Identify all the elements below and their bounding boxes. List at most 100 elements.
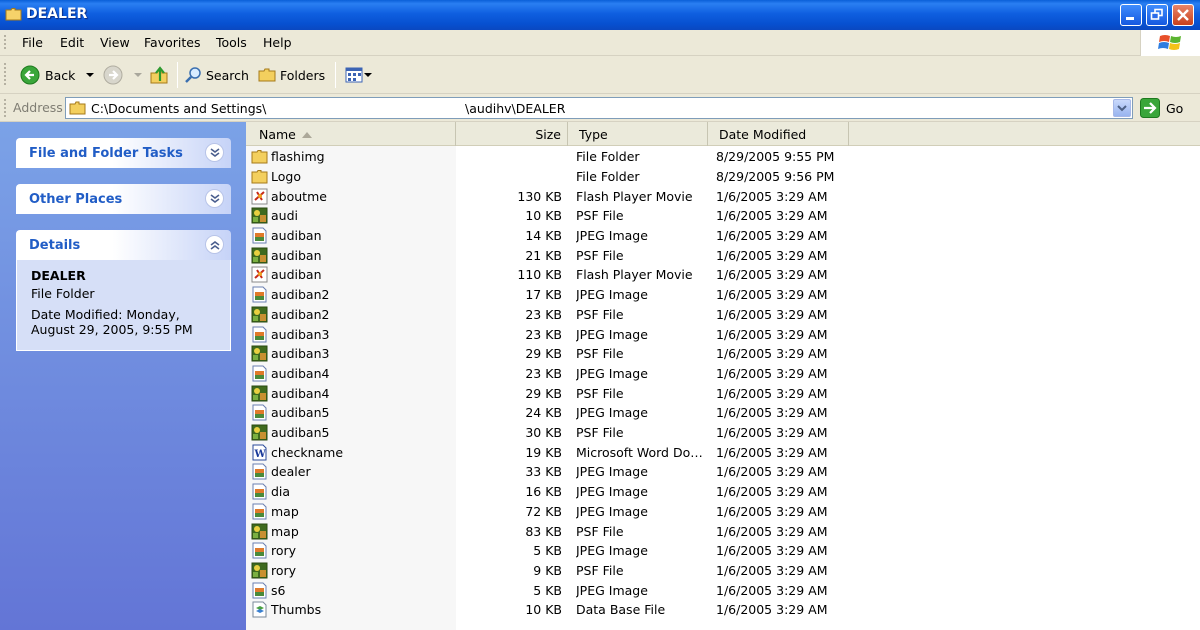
views-button[interactable] bbox=[345, 64, 372, 86]
file-type: PSF File bbox=[576, 523, 624, 539]
file-name: dia bbox=[271, 484, 291, 500]
psf-file-icon bbox=[251, 345, 268, 362]
file-date-modified: 1/6/2005 3:29 AM bbox=[716, 365, 828, 381]
windows-flag-icon bbox=[1158, 35, 1181, 50]
file-row[interactable]: dealer 33 KB JPEG Image 1/6/2005 3:29 AM bbox=[246, 462, 1200, 482]
word-file-icon: W bbox=[251, 444, 268, 461]
minimize-button[interactable] bbox=[1120, 4, 1142, 26]
file-row[interactable]: audiban4 23 KB JPEG Image 1/6/2005 3:29 AM bbox=[246, 364, 1200, 384]
search-label: Search bbox=[206, 67, 249, 83]
file-name: audiban bbox=[271, 247, 322, 263]
expand-other-places-button[interactable] bbox=[205, 189, 224, 208]
column-type[interactable]: Type bbox=[568, 122, 708, 146]
menu-edit[interactable]: Edit bbox=[60, 35, 84, 50]
address-input[interactable]: C:\Documents and Settings\ \audihv\DEALE… bbox=[65, 97, 1133, 119]
file-row[interactable]: s6 5 KB JPEG Image 1/6/2005 3:29 AM bbox=[246, 581, 1200, 601]
menu-favorites[interactable]: Favorites bbox=[144, 35, 200, 50]
menu-grip[interactable] bbox=[4, 35, 6, 51]
file-row[interactable]: Thumbs 10 KB Data Base File 1/6/2005 3:29 A… bbox=[246, 600, 1200, 620]
folders-button[interactable]: Folders bbox=[258, 64, 325, 86]
file-row[interactable]: flashimg File Folder 8/29/2005 9:55 PM bbox=[246, 147, 1200, 167]
file-type: JPEG Image bbox=[576, 582, 648, 598]
file-row[interactable]: audiban5 24 KB JPEG Image 1/6/2005 3:29 AM bbox=[246, 403, 1200, 423]
file-date-modified: 1/6/2005 3:29 AM bbox=[716, 562, 828, 578]
address-label: Address bbox=[13, 100, 63, 115]
forward-button[interactable] bbox=[103, 64, 143, 86]
file-size: 10 KB bbox=[525, 208, 562, 224]
file-row[interactable]: rory 5 KB JPEG Image 1/6/2005 3:29 AM bbox=[246, 541, 1200, 561]
back-button[interactable]: Back bbox=[20, 64, 95, 86]
file-name: audi bbox=[271, 208, 298, 224]
jpeg-file-icon bbox=[251, 286, 268, 303]
file-row[interactable]: audi 10 KB PSF File 1/6/2005 3:29 AM bbox=[246, 206, 1200, 226]
menu-help[interactable]: Help bbox=[263, 35, 292, 50]
file-type: Flash Player Movie bbox=[576, 267, 693, 283]
expand-file-tasks-button[interactable] bbox=[205, 143, 224, 162]
jpeg-file-icon bbox=[251, 326, 268, 343]
forward-dropdown-icon[interactable] bbox=[133, 70, 143, 80]
file-row[interactable]: Logo File Folder 8/29/2005 9:56 PM bbox=[246, 167, 1200, 187]
file-folder-tasks-header[interactable]: File and Folder Tasks bbox=[16, 138, 231, 168]
file-row[interactable]: audiban5 30 KB PSF File 1/6/2005 3:29 AM bbox=[246, 423, 1200, 443]
address-path: C:\Documents and Settings\ \audihv\DEALE… bbox=[91, 101, 566, 116]
file-name: dealer bbox=[271, 464, 311, 480]
jpeg-file-icon bbox=[251, 365, 268, 382]
details-header[interactable]: Details bbox=[16, 230, 231, 260]
menu-view[interactable]: View bbox=[100, 35, 130, 50]
jpeg-file-icon bbox=[251, 227, 268, 244]
chevron-double-down-icon bbox=[210, 148, 220, 157]
chevron-down-icon bbox=[1117, 105, 1127, 112]
file-name: audiban bbox=[271, 228, 322, 243]
other-places-header[interactable]: Other Places bbox=[16, 184, 231, 214]
file-name: audiban2 bbox=[271, 306, 330, 322]
file-row[interactable]: audiban2 23 KB PSF File 1/6/2005 3:29 AM bbox=[246, 305, 1200, 325]
file-row[interactable]: audiban2 17 KB JPEG Image 1/6/2005 3:29 AM bbox=[246, 285, 1200, 305]
file-size: 21 KB bbox=[525, 247, 562, 263]
file-date-modified: 1/6/2005 3:29 AM bbox=[716, 247, 828, 263]
go-button[interactable]: Go bbox=[1140, 98, 1183, 118]
back-dropdown-icon[interactable] bbox=[85, 70, 95, 80]
search-icon bbox=[185, 67, 201, 83]
file-row[interactable]: audiban 14 KB JPEG Image 1/6/2005 3:29 AM bbox=[246, 226, 1200, 246]
file-row[interactable]: aboutme 130 KB Flash Player Movie 1/6/2005 … bbox=[246, 187, 1200, 207]
file-size: 29 KB bbox=[525, 385, 562, 401]
restore-button[interactable] bbox=[1146, 4, 1168, 26]
collapse-details-button[interactable] bbox=[205, 235, 224, 254]
file-date-modified: 1/6/2005 3:29 AM bbox=[716, 287, 828, 303]
column-size[interactable]: Size bbox=[456, 122, 568, 146]
close-button[interactable] bbox=[1172, 4, 1194, 26]
menu-tools[interactable]: Tools bbox=[216, 35, 247, 50]
column-date-label: Date Modified bbox=[719, 127, 807, 142]
toolbar-grip[interactable] bbox=[4, 63, 6, 87]
close-icon bbox=[1177, 9, 1189, 21]
address-bar: Address C:\Documents and Settings\ \audi… bbox=[0, 94, 1200, 122]
file-size: 33 KB bbox=[525, 464, 562, 480]
up-folder-button[interactable] bbox=[149, 64, 169, 86]
file-row[interactable]: rory 9 KB PSF File 1/6/2005 3:29 AM bbox=[246, 561, 1200, 581]
menu-file[interactable]: File bbox=[22, 35, 43, 50]
details-folder-kind: File Folder bbox=[31, 286, 95, 301]
file-row[interactable]: audiban 21 KB PSF File 1/6/2005 3:29 AM bbox=[246, 246, 1200, 266]
details-panel: DEALER File Folder Date Modified: Monday… bbox=[16, 260, 231, 351]
file-row[interactable]: audiban3 23 KB JPEG Image 1/6/2005 3:29 AM bbox=[246, 325, 1200, 345]
column-name[interactable]: Name bbox=[246, 122, 456, 146]
file-row[interactable]: dia 16 KB JPEG Image 1/6/2005 3:29 AM bbox=[246, 482, 1200, 502]
file-name: flashimg bbox=[271, 149, 325, 165]
file-row[interactable]: audiban4 29 KB PSF File 1/6/2005 3:29 AM bbox=[246, 384, 1200, 404]
title-bar[interactable]: DEALER bbox=[0, 0, 1200, 30]
column-name-label: Name bbox=[259, 127, 296, 142]
db-file-icon bbox=[251, 601, 268, 618]
address-grip[interactable] bbox=[4, 99, 6, 117]
search-button[interactable]: Search bbox=[184, 64, 249, 86]
file-row[interactable]: audiban3 29 KB PSF File 1/6/2005 3:29 AM bbox=[246, 344, 1200, 364]
address-dropdown-button[interactable] bbox=[1113, 99, 1131, 117]
file-row[interactable]: audiban 110 KB Flash Player Movie 1/6/2005 … bbox=[246, 265, 1200, 285]
folder-icon bbox=[5, 8, 22, 21]
file-type: PSF File bbox=[576, 247, 624, 263]
file-row[interactable]: map 83 KB PSF File 1/6/2005 3:29 AM bbox=[246, 522, 1200, 542]
file-row[interactable]: Wcheckname 19 KB Microsoft Word Doc... 1/6/… bbox=[246, 443, 1200, 463]
file-size: 9 KB bbox=[533, 562, 562, 578]
file-row[interactable]: map 72 KB JPEG Image 1/6/2005 3:29 AM bbox=[246, 502, 1200, 522]
column-date-modified[interactable]: Date Modified bbox=[708, 122, 849, 146]
folders-icon bbox=[258, 68, 276, 82]
